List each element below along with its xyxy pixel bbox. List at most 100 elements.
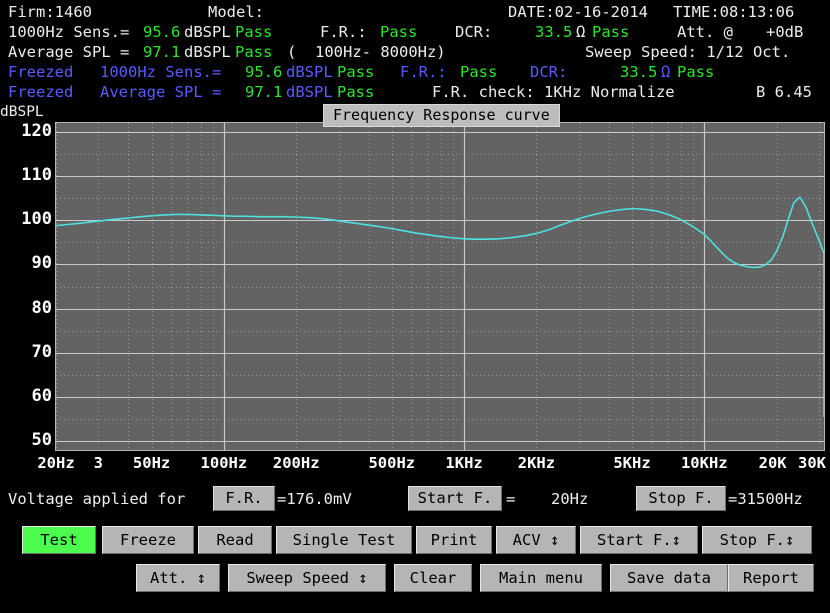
x-tick-50Hz: 50Hz bbox=[133, 454, 170, 472]
y-tick-60: 60 bbox=[4, 388, 52, 405]
header-line-average-seg-1: 97.1 bbox=[143, 42, 180, 62]
header-line-freezed-sens-seg-10: Pass bbox=[677, 62, 714, 82]
header-line-sens-seg-5: Pass bbox=[380, 22, 417, 42]
y-tick-50: 50 bbox=[4, 432, 52, 449]
y-tick-120: 120 bbox=[4, 123, 52, 140]
header-line-firm-date-seg-2: DATE:02-16-2014 bbox=[508, 2, 648, 22]
x-axis-ticks: 20Hz350Hz100Hz200Hz500Hz1KHz2KHz5KHz10KH… bbox=[0, 454, 830, 478]
control-panel: Voltage applied for F.R. =176.0mV Start … bbox=[0, 486, 830, 613]
grid-major-lines bbox=[56, 123, 824, 450]
header-line-firm-date-seg-0: Firm:1460 bbox=[8, 2, 92, 22]
header-line-sens-seg-0: 1000Hz Sens.= bbox=[8, 22, 129, 42]
header-line-sens-seg-8: Ω bbox=[576, 22, 585, 42]
header-line-freezed-average-seg-5: F.R. check: 1KHz Normalize bbox=[432, 82, 675, 102]
start-f-field[interactable]: Start F. bbox=[408, 486, 502, 511]
stop-f-field[interactable]: Stop F. bbox=[636, 486, 726, 511]
x-tick-20K: 20K bbox=[759, 454, 787, 472]
start-f-equals: = bbox=[506, 486, 515, 512]
header-line-sens-seg-7: 33.5 bbox=[535, 22, 572, 42]
header-line-sens-seg-6: DCR: bbox=[455, 22, 492, 42]
header-line-freezed-sens-seg-6: Pass bbox=[460, 62, 497, 82]
chart-title: Frequency Response curve bbox=[323, 104, 560, 127]
header-line-firm-date: Firm:1460 Model: DATE:02-16-2014 TIME:08:13… bbox=[0, 2, 830, 22]
x-tick-200Hz: 200Hz bbox=[273, 454, 320, 472]
button-report[interactable]: Report bbox=[728, 564, 814, 592]
start-f-value: 20Hz bbox=[551, 486, 588, 512]
header-line-sens-seg-10: Att. @ bbox=[677, 22, 733, 42]
x-tick-1KHz: 1KHz bbox=[445, 454, 482, 472]
header-line-average-seg-0: Average SPL = bbox=[8, 42, 129, 62]
fr-field[interactable]: F.R. bbox=[213, 486, 275, 511]
y-axis-label: dBSPL bbox=[0, 104, 44, 120]
header-line-freezed-average-seg-6: B 6.45 bbox=[756, 82, 812, 102]
header-line-freezed-average-seg-3: dBSPL bbox=[286, 82, 333, 102]
button-sweep-speed[interactable]: Sweep Speed ↕ bbox=[228, 564, 386, 592]
header-line-sens-seg-1: 95.6 bbox=[143, 22, 180, 42]
header-line-freezed-sens-seg-1: 1000Hz Sens.= bbox=[100, 62, 221, 82]
header-line-freezed-average-seg-4: Pass bbox=[337, 82, 374, 102]
button-att[interactable]: Att. ↕ bbox=[136, 564, 220, 592]
button-read[interactable]: Read bbox=[198, 526, 272, 554]
stop-f-value: =31500Hz bbox=[728, 486, 803, 512]
app-root: Firm:1460 Model: DATE:02-16-2014 TIME:08:13… bbox=[0, 0, 830, 613]
plot-area[interactable] bbox=[55, 122, 825, 451]
header-line-freezed-sens-seg-5: F.R.: bbox=[400, 62, 447, 82]
y-tick-90: 90 bbox=[4, 255, 52, 272]
x-tick-100Hz: 100Hz bbox=[201, 454, 248, 472]
header-line-freezed-sens-seg-9: Ω bbox=[661, 62, 670, 82]
header-line-average-seg-4: ( 100Hz- 8000Hz) bbox=[287, 42, 446, 62]
header-line-freezed-sens-seg-2: 95.6 bbox=[245, 62, 282, 82]
grid-minor-lines bbox=[56, 123, 824, 450]
header-line-freezed-average-seg-1: Average SPL = bbox=[100, 82, 221, 102]
y-tick-100: 100 bbox=[4, 211, 52, 228]
header-line-sens-seg-2: dBSPL bbox=[184, 22, 231, 42]
button-test[interactable]: Test bbox=[22, 526, 96, 554]
button-main-menu[interactable]: Main menu bbox=[480, 564, 602, 592]
button-acv[interactable]: ACV ↕ bbox=[496, 526, 576, 554]
header-line-freezed-average-seg-0: Freezed bbox=[8, 82, 73, 102]
plot-svg bbox=[56, 123, 824, 450]
button-row-secondary: Att. ↕ Sweep Speed ↕ Clear Main menu Save da… bbox=[0, 564, 830, 594]
x-tick-500Hz: 500Hz bbox=[368, 454, 415, 472]
fr-value: =176.0mV bbox=[277, 486, 352, 512]
x-tick-5KHz: 5KHz bbox=[613, 454, 650, 472]
frequency-response-chart: dBSPL Frequency Response curve 120110100… bbox=[0, 104, 830, 484]
header-line-freezed-sens: Freezed1000Hz Sens.=95.6dBSPLPassF.R.:Pa… bbox=[0, 62, 830, 82]
header-line-freezed-sens-seg-7: DCR: bbox=[530, 62, 567, 82]
button-single-test[interactable]: Single Test bbox=[276, 526, 412, 554]
header-line-average-seg-3: Pass bbox=[235, 42, 272, 62]
header-line-sens-seg-3: Pass bbox=[235, 22, 272, 42]
y-tick-80: 80 bbox=[4, 300, 52, 317]
header-line-firm-date-seg-3: TIME:08:13:06 bbox=[673, 2, 794, 22]
y-tick-70: 70 bbox=[4, 344, 52, 361]
button-print[interactable]: Print bbox=[416, 526, 492, 554]
button-start-f[interactable]: Start F.↕ bbox=[580, 526, 698, 554]
button-freeze[interactable]: Freeze bbox=[102, 526, 194, 554]
status-header: Firm:1460 Model: DATE:02-16-2014 TIME:08:13… bbox=[0, 0, 830, 100]
x-tick-3: 3 bbox=[94, 454, 103, 472]
header-line-freezed-sens-seg-4: Pass bbox=[337, 62, 374, 82]
header-line-freezed-sens-seg-8: 33.5 bbox=[620, 62, 657, 82]
header-line-sens-seg-4: F.R.: bbox=[320, 22, 367, 42]
header-line-average-seg-2: dBSPL bbox=[184, 42, 231, 62]
header-line-freezed-average: Freezed Average SPL = 97.1dBSPLPass F.R. ch… bbox=[0, 82, 830, 102]
voltage-label: Voltage applied for bbox=[8, 486, 185, 512]
header-line-sens-seg-11: +0dB bbox=[766, 22, 803, 42]
x-tick-10KHz: 10KHz bbox=[681, 454, 728, 472]
x-tick-2KHz: 2KHz bbox=[518, 454, 555, 472]
header-line-average: Average SPL = 97.1dBSPLPass ( 100Hz- 8000H… bbox=[0, 42, 830, 62]
header-line-sens: 1000Hz Sens.=95.6dBSPLPassF.R.:PassDCR:3… bbox=[0, 22, 830, 42]
header-line-freezed-average-seg-2: 97.1 bbox=[245, 82, 282, 102]
button-save-data[interactable]: Save data bbox=[610, 564, 728, 592]
header-line-sens-seg-9: Pass bbox=[592, 22, 629, 42]
header-line-firm-date-seg-1: Model: bbox=[208, 2, 264, 22]
button-clear[interactable]: Clear bbox=[394, 564, 472, 592]
button-stop-f[interactable]: Stop F.↕ bbox=[702, 526, 812, 554]
x-tick-30K: 30K bbox=[798, 454, 826, 472]
y-axis-ticks: 1201101009080706050 bbox=[0, 122, 52, 451]
voltage-row: Voltage applied for F.R. =176.0mV Start … bbox=[0, 486, 830, 514]
button-row-primary: TestFreezeReadSingle TestPrintACV ↕Start… bbox=[0, 526, 830, 556]
header-line-freezed-sens-seg-0: Freezed bbox=[8, 62, 73, 82]
header-line-average-seg-5: Sweep Speed: 1/12 Oct. bbox=[585, 42, 790, 62]
header-line-freezed-sens-seg-3: dBSPL bbox=[286, 62, 333, 82]
